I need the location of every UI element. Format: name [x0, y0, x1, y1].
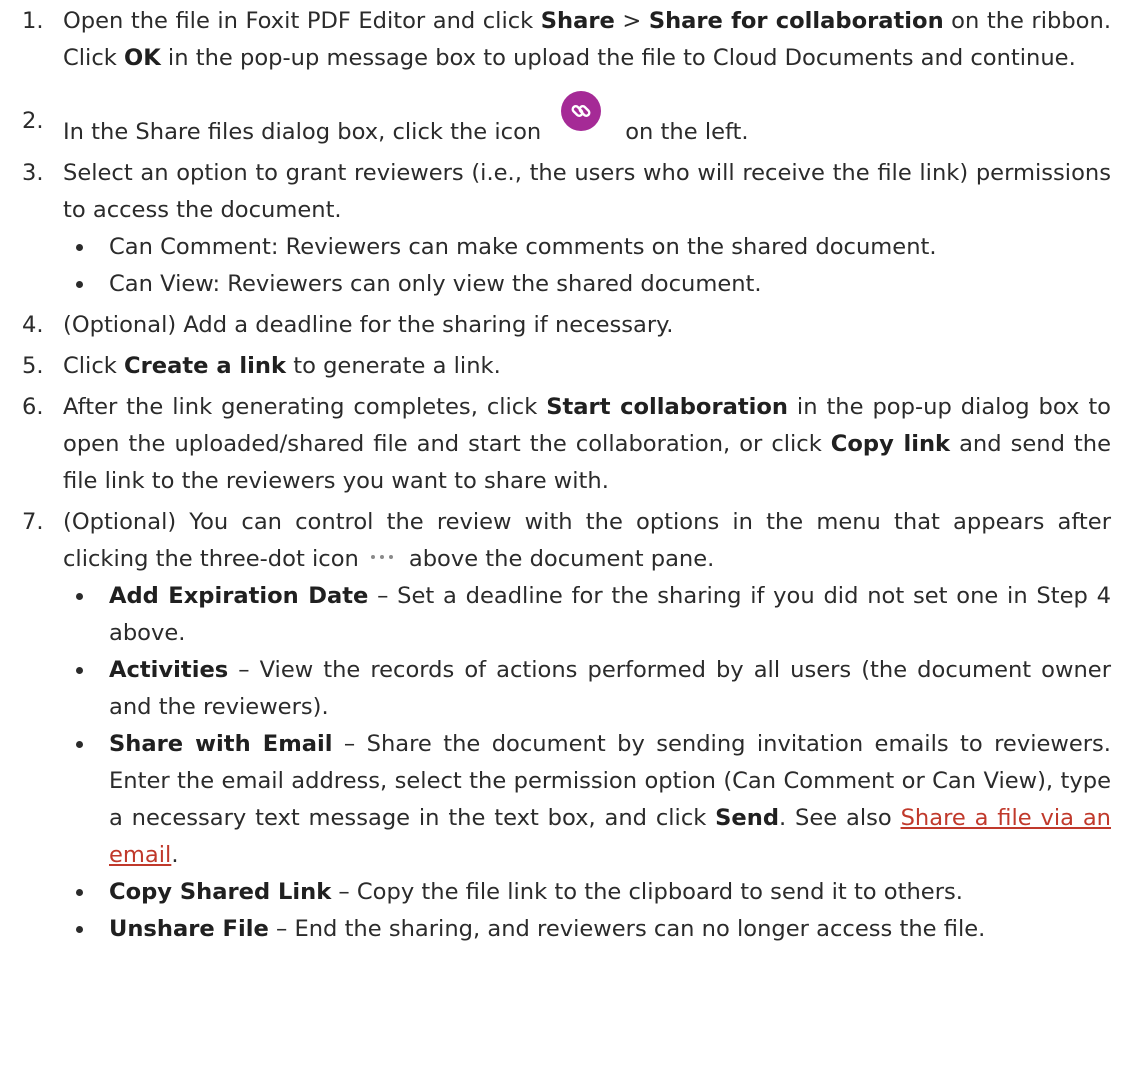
bold-term: Create a link [124, 353, 287, 379]
bullet-item: Copy Shared Link – Copy the file link to… [63, 874, 1111, 911]
bold-term: Activities [109, 657, 229, 683]
bullet-text: – Copy the file link to the clipboard to… [331, 879, 963, 905]
step-text: In the Share files dialog box, click the… [63, 119, 542, 145]
step-text: (Optional) Add a deadline for the sharin… [63, 312, 674, 338]
step-5: 5. Click Create a link to generate a lin… [0, 348, 1125, 385]
step-text: > [614, 8, 649, 34]
step-text: Open the file in Foxit PDF Editor and cl… [63, 8, 541, 34]
step-text: in the pop-up message box to upload the … [160, 45, 1076, 71]
bold-term: Copy Shared Link [109, 879, 332, 905]
step-text: Select an option to grant reviewers (i.e… [63, 160, 1111, 223]
bullet-text: . [171, 842, 179, 868]
step-number: 1. [22, 8, 44, 34]
bold-term: Share with Email [109, 731, 333, 757]
steps-list: 1. Open the file in Foxit PDF Editor and… [0, 0, 1125, 948]
bullet-item: Unshare File – End the sharing, and revi… [63, 911, 1111, 948]
permission-options: Can Comment: Reviewers can make comments… [63, 229, 1111, 303]
bullet-item: Share with Email – Share the document by… [63, 726, 1111, 874]
three-dot-icon [367, 547, 397, 567]
menu-options: Add Expiration Date – Set a deadline for… [63, 578, 1111, 948]
bullet-text: . See also [779, 805, 901, 831]
step-6: 6. After the link generating completes, … [0, 389, 1125, 500]
step-number: 7. [22, 509, 44, 535]
step-3: 3. Select an option to grant reviewers (… [0, 155, 1125, 303]
bullet-text: – View the records of actions performed … [109, 657, 1111, 720]
bold-term: Start collaboration [546, 394, 788, 420]
step-4: 4. (Optional) Add a deadline for the sha… [0, 307, 1125, 344]
bullet-item: Add Expiration Date – Set a deadline for… [63, 578, 1111, 652]
bold-term: Copy link [830, 431, 951, 457]
step-number: 4. [22, 312, 44, 338]
step-text: Click [63, 353, 125, 379]
bullet-item: Can Comment: Reviewers can make comments… [63, 229, 1111, 266]
step-7: 7. (Optional) You can control the review… [0, 504, 1125, 948]
bold-term: Share for collaboration [648, 8, 944, 34]
step-1: 1. Open the file in Foxit PDF Editor and… [0, 3, 1125, 77]
step-text: on the left. [625, 119, 749, 145]
step-text: After the link generating completes, cli… [63, 394, 547, 420]
step-2: 2. In the Share files dialog box, click … [0, 91, 1125, 151]
step-number: 3. [22, 160, 44, 186]
instructions-page: 1. Open the file in Foxit PDF Editor and… [0, 0, 1125, 1084]
bold-term: Unshare File [109, 916, 269, 942]
bullet-item: Activities – View the records of actions… [63, 652, 1111, 726]
step-number: 6. [22, 394, 44, 420]
bold-term: Send [715, 805, 780, 831]
step-number: 2. [22, 108, 44, 134]
bold-term: OK [124, 45, 161, 71]
step-text: above the document pane. [408, 546, 715, 572]
bullet-text: – End the sharing, and reviewers can no … [268, 916, 986, 942]
step-number: 5. [22, 353, 44, 379]
link-icon [561, 91, 602, 131]
bullet-item: Can View: Reviewers can only view the sh… [63, 266, 1111, 303]
bold-term: Share [540, 8, 615, 34]
bold-term: Add Expiration Date [109, 583, 369, 609]
step-text: to generate a link. [286, 353, 501, 379]
